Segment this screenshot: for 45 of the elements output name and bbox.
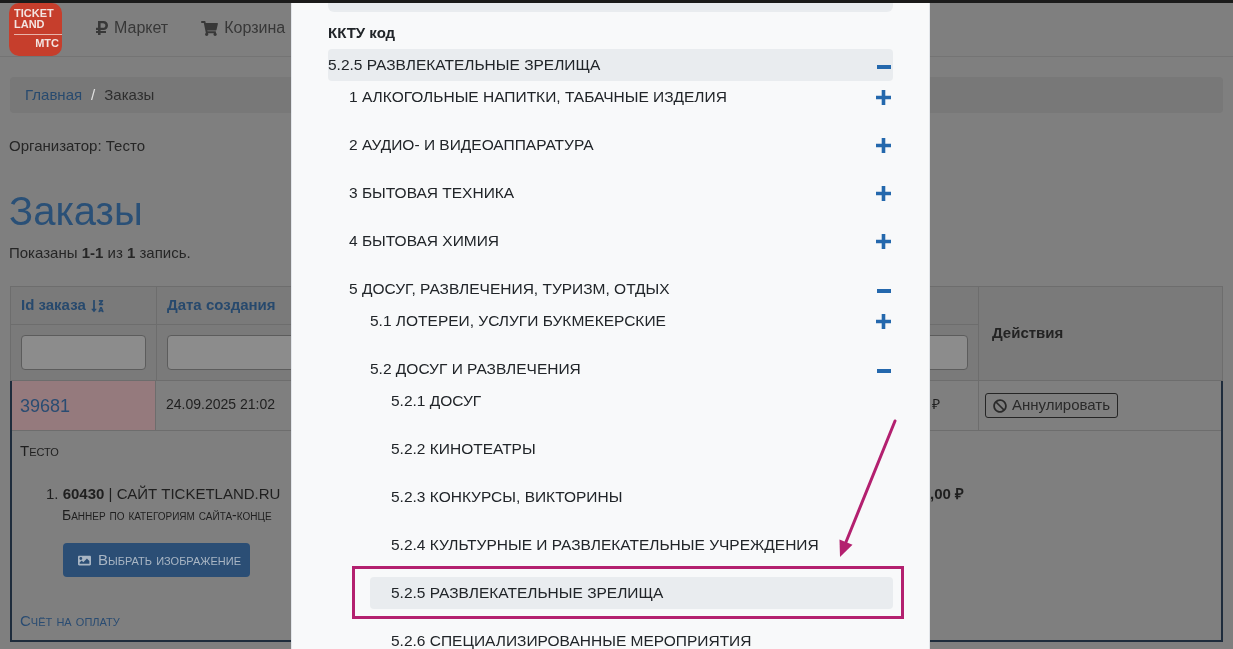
logo-text: LAND	[14, 19, 45, 30]
selected-value[interactable]: 5.2.5 РАЗВЛЕКАТЕЛЬНЫЕ ЗРЕЛИЩА	[328, 49, 893, 81]
item-price: ,00 ₽	[930, 484, 965, 504]
tree-item[interactable]: 5.2.2 КИНОТЕАТРЫ	[370, 433, 893, 465]
tree-item[interactable]: 5.2.6 СПЕЦИАЛИЗИРОВАННЫЕ МЕРОПРИЯТИЯ	[370, 625, 893, 649]
page-heading: Заказы	[9, 188, 143, 235]
tree-item[interactable]: 5 ДОСУГ, РАЗВЛЕЧЕНИЯ, ТУРИЗМ, ОТДЫХ	[328, 273, 893, 305]
plus-icon[interactable]	[876, 233, 891, 249]
logo-text: TICKET	[14, 8, 54, 19]
tree-item[interactable]: 5.2.1 ДОСУГ	[370, 385, 893, 417]
breadcrumb-separator: /	[91, 84, 96, 105]
cart-icon	[201, 20, 219, 36]
tree-item[interactable]: 5.2.5 РАЗВЛЕКАТЕЛЬНЫЕ ЗРЕЛИЩА	[370, 577, 893, 609]
tree-item[interactable]: 5.2 ДОСУГ И РАЗВЛЕЧЕНИЯ	[349, 353, 893, 385]
plus-icon[interactable]	[876, 137, 891, 153]
tree-item[interactable]: 3 БЫТОВАЯ ТЕХНИКА	[328, 177, 893, 209]
filter-input[interactable]	[21, 335, 146, 370]
plus-icon[interactable]	[876, 313, 891, 329]
plus-icon[interactable]	[876, 89, 891, 105]
tree-item[interactable]: 5.2.4 КУЛЬТУРНЫЕ И РАЗВЛЕКАТЕЛЬНЫЕ УЧРЕЖДЕНИЯ	[370, 529, 893, 561]
choose-image-button[interactable]: Выбрать изображение	[63, 543, 250, 577]
organizer-text: Организатор: Тесто	[9, 136, 145, 156]
logo-text: МТС	[35, 37, 59, 49]
tree-item[interactable]: 1 АЛКОГОЛЬНЫЕ НАПИТКИ, ТАБАЧНЫЕ ИЗДЕЛИЯ	[328, 81, 893, 113]
ban-icon	[993, 398, 1007, 413]
field-label: ККТУ код	[328, 23, 396, 43]
customer-name: Тесто	[20, 441, 59, 461]
tree-item[interactable]: 5.2.3 КОНКУРСЫ, ВИКТОРИНЫ	[370, 481, 893, 513]
order-item-title: 1. 60430 | САЙТ TICKETLAND.RU	[46, 484, 281, 504]
sort-icon	[90, 298, 104, 313]
breadcrumb-current: Заказы	[104, 84, 155, 105]
column-header: Действия	[992, 323, 1064, 344]
text-field[interactable]	[328, 3, 893, 12]
tree-item[interactable]: 5.1 ЛОТЕРЕИ, УСЛУГИ БУКМЕКЕРСКИЕ	[349, 305, 893, 337]
ruble-icon	[96, 20, 108, 36]
image-icon	[77, 553, 92, 567]
table-cell: ₽	[932, 396, 940, 412]
logo[interactable]: TICKET LAND МТС	[9, 3, 62, 56]
plus-icon[interactable]	[876, 185, 891, 201]
cancel-button[interactable]: Аннулировать	[985, 393, 1119, 418]
order-item-description: Баннер по категориям сайта-конце	[62, 506, 272, 524]
tree-item[interactable]: 2 АУДИО- И ВИДЕОАППАРАТУРА	[328, 129, 893, 161]
tree-item[interactable]: 4 БЫТОВАЯ ХИМИЯ	[328, 225, 893, 257]
results-summary: Показаны 1-1 из 1 запись.	[9, 243, 191, 263]
table-cell: 24.09.2025 21:02	[166, 396, 275, 412]
